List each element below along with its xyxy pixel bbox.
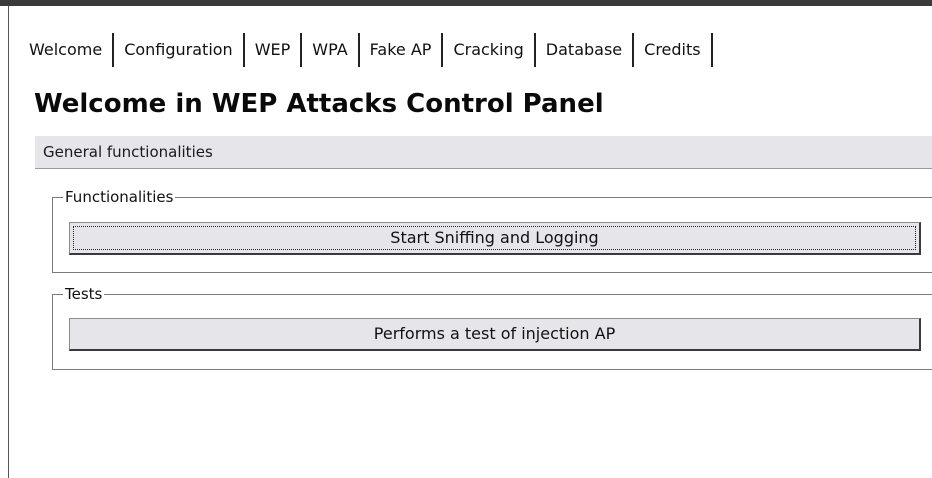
tab-wep[interactable]: WEP <box>244 33 303 67</box>
tab-configuration[interactable]: Configuration <box>114 33 245 67</box>
section-header: General functionalities <box>35 136 932 169</box>
tests-legend: Tests <box>63 284 105 304</box>
tab-fake-ap[interactable]: Fake AP <box>360 33 444 67</box>
page-title: Welcome in WEP Attacks Control Panel <box>34 89 604 119</box>
app-window: Welcome Configuration WEP WPA Fake AP Cr… <box>0 0 932 478</box>
section-header-label: General functionalities <box>43 143 213 161</box>
functionalities-legend: Functionalities <box>63 187 176 207</box>
tab-welcome[interactable]: Welcome <box>23 33 115 67</box>
injection-test-button[interactable]: Performs a test of injection AP <box>69 318 921 351</box>
tab-wpa[interactable]: WPA <box>302 33 360 67</box>
start-sniffing-button[interactable]: Start Sniffing and Logging <box>69 222 921 255</box>
tab-bar: Welcome Configuration WEP WPA Fake AP Cr… <box>23 33 713 67</box>
tab-credits[interactable]: Credits <box>634 33 713 67</box>
tab-database[interactable]: Database <box>536 33 635 67</box>
tab-cracking[interactable]: Cracking <box>443 33 536 67</box>
functionalities-group: Functionalities Start Sniffing and Loggi… <box>52 187 932 273</box>
window-top-border <box>0 0 932 6</box>
window-left-border <box>8 6 9 478</box>
tests-group: Tests Performs a test of injection AP <box>52 284 932 370</box>
